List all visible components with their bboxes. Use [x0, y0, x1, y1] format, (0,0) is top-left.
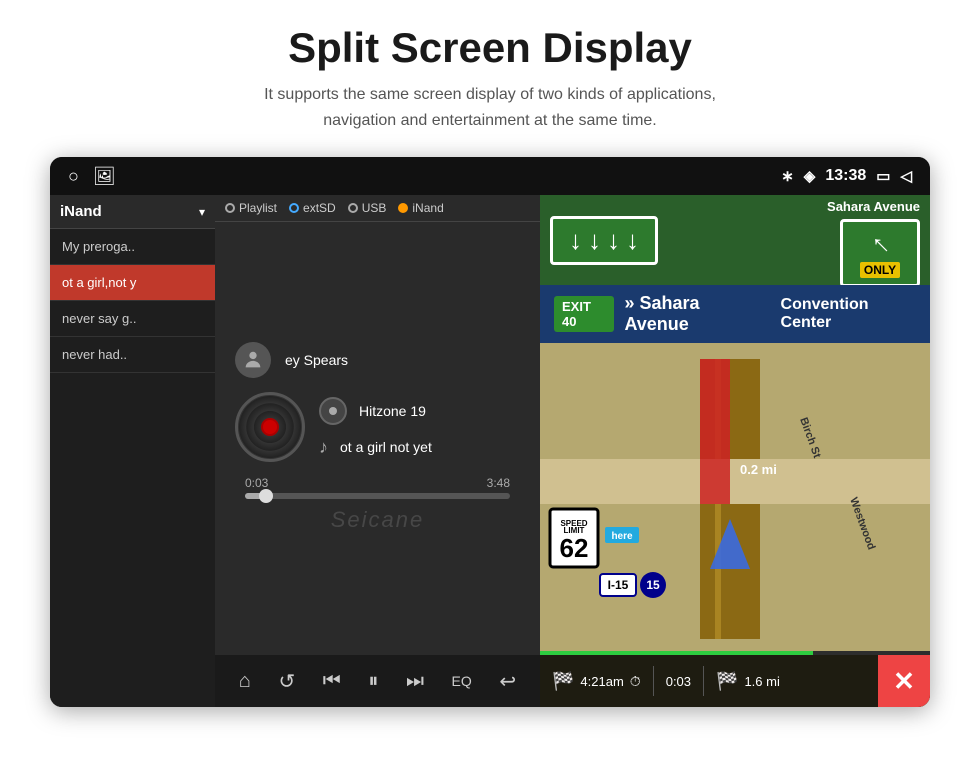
- radio-dot-usb: [348, 203, 358, 213]
- down-arrow-4: ↓: [626, 225, 639, 256]
- device-frame: ○ 🖼 ∗ ◈ 13:38 ▭ ◁ iNand ▾ My preroga.. o…: [50, 157, 930, 707]
- track-info: ey Spears: [235, 342, 520, 476]
- vinyl-center: [261, 418, 279, 436]
- playlist-item-3[interactable]: never had..: [50, 337, 215, 373]
- prev-button[interactable]: ⏮: [315, 666, 349, 697]
- down-arrow-1: ↓: [569, 225, 582, 256]
- now-playing: ey Spears: [215, 222, 540, 655]
- playlist-header[interactable]: iNand ▾: [50, 195, 215, 229]
- highway-sign-left: ↓ ↓ ↓ ↓: [550, 216, 658, 265]
- progress-area: 0:03 3:48: [235, 476, 520, 499]
- music-panel: iNand ▾ My preroga.. ot a girl,not y nev…: [50, 195, 540, 707]
- music-content: Playlist extSD USB iNand: [215, 195, 540, 707]
- back-icon: ◁: [900, 167, 912, 185]
- pause-button[interactable]: ⏸: [360, 666, 386, 697]
- sahara-top-label: Sahara Avenue: [827, 199, 920, 214]
- time-current: 0:03: [245, 476, 268, 490]
- image-icon: 🖼: [93, 166, 116, 187]
- page-subtitle: It supports the same screen display of t…: [264, 82, 716, 133]
- exit-sign-bar: EXIT 40 » Sahara Avenue Convention Cente…: [540, 285, 930, 343]
- remaining-section: 🏁 1.6 mi: [704, 671, 792, 692]
- vinyl-disc: [235, 392, 305, 462]
- source-tab-playlist[interactable]: Playlist: [225, 201, 277, 215]
- source-tab-playlist-label: Playlist: [239, 201, 277, 215]
- exit-street: » Sahara Avenue: [624, 293, 760, 335]
- highway-sign-area: ↓ ↓ ↓ ↓ Sahara Avenue ↑ ONLY: [540, 195, 930, 285]
- eta-time: 4:21am: [580, 674, 623, 689]
- status-bar: ○ 🖼 ∗ ◈ 13:38 ▭ ◁: [50, 157, 930, 195]
- source-tab-inand-label: iNand: [412, 201, 443, 215]
- dropdown-arrow-icon: ▾: [199, 205, 205, 219]
- music-note-icon: ♪: [319, 437, 328, 458]
- bluetooth-icon: ∗: [781, 167, 794, 185]
- only-label: ONLY: [860, 262, 900, 278]
- source-tabs: Playlist extSD USB iNand: [215, 195, 540, 222]
- next-button[interactable]: ⏭: [398, 666, 432, 697]
- source-tab-extsd-label: extSD: [303, 201, 336, 215]
- repeat-button[interactable]: ↺: [270, 665, 303, 698]
- source-tab-usb-label: USB: [362, 201, 387, 215]
- nav-close-button[interactable]: ✕: [878, 655, 930, 707]
- eq-button[interactable]: EQ: [444, 669, 480, 693]
- playlist-item-1[interactable]: ot a girl,not y: [50, 265, 215, 301]
- artist-icon: [235, 342, 271, 378]
- source-tab-extsd[interactable]: extSD: [289, 201, 336, 215]
- flag-end-icon: 🏁: [716, 671, 738, 692]
- seicane-watermark: Seicane: [331, 507, 425, 533]
- source-label: iNand: [60, 203, 199, 220]
- progress-times: 0:03 3:48: [245, 476, 510, 490]
- window-icon: ▭: [876, 167, 890, 185]
- clock-icon: ⏱: [630, 673, 641, 690]
- progress-bar[interactable]: [245, 493, 510, 499]
- svg-text:62: 62: [560, 533, 589, 563]
- album-row: Hitzone 19 ♪ ot a girl not yet: [235, 392, 520, 462]
- highway-only-sign: ↑ ONLY: [840, 219, 920, 287]
- radio-dot-inand: [398, 203, 408, 213]
- artist-row: ey Spears: [235, 342, 520, 378]
- location-icon: ◈: [804, 167, 816, 185]
- nav-info-flex: 🏁 4:21am ⏱ 0:03 🏁 1.6 mi: [540, 666, 878, 696]
- time-total: 3:48: [487, 476, 510, 490]
- page-title: Split Screen Display: [288, 24, 692, 72]
- remaining-dist: 1.6 mi: [744, 674, 779, 689]
- exit-badge: EXIT 40: [554, 296, 614, 332]
- map-road-area: Birch St Westwood SPEED LIMIT 62 here: [540, 343, 930, 655]
- svg-text:I-15: I-15: [608, 578, 629, 592]
- circle-icon: ○: [68, 166, 79, 187]
- progress-thumb[interactable]: [259, 489, 273, 503]
- source-tab-usb[interactable]: USB: [348, 201, 387, 215]
- back-button[interactable]: ↩: [491, 665, 524, 698]
- flag-start-icon: 🏁: [552, 671, 574, 692]
- svg-text:15: 15: [646, 578, 660, 592]
- playlist-item-0[interactable]: My preroga..: [50, 229, 215, 265]
- down-arrow-2: ↓: [588, 225, 601, 256]
- song-name: ot a girl not yet: [340, 439, 432, 455]
- artist-name: ey Spears: [285, 352, 348, 368]
- exit-place: Convention Center: [781, 296, 916, 332]
- svg-text:0.2 mi: 0.2 mi: [740, 462, 777, 477]
- main-area: iNand ▾ My preroga.. ot a girl,not y nev…: [50, 195, 930, 707]
- down-arrow-3: ↓: [607, 225, 620, 256]
- eta-section: 🏁 4:21am ⏱: [540, 671, 653, 692]
- radio-dot-playlist: [225, 203, 235, 213]
- svg-text:here: here: [611, 531, 633, 542]
- source-tab-inand[interactable]: iNand: [398, 201, 443, 215]
- elapsed-section: 0:03: [654, 674, 703, 689]
- nav-map: ↓ ↓ ↓ ↓ Sahara Avenue ↑ ONLY EXIT 40: [540, 195, 930, 707]
- playlist-sidebar: iNand ▾ My preroga.. ot a girl,not y nev…: [50, 195, 215, 707]
- status-time: 13:38: [825, 167, 866, 185]
- diagonal-arrow-icon: ↑: [864, 228, 897, 261]
- home-button[interactable]: ⌂: [231, 666, 259, 697]
- playlist-item-2[interactable]: never say g..: [50, 301, 215, 337]
- map-svg: Birch St Westwood SPEED LIMIT 62 here: [540, 343, 930, 655]
- control-bar: ⌂ ↺ ⏮ ⏸ ⏭ EQ ↩: [215, 655, 540, 707]
- nav-bottom-bar: 🏁 4:21am ⏱ 0:03 🏁 1.6 mi: [540, 655, 930, 707]
- nav-panel: ↓ ↓ ↓ ↓ Sahara Avenue ↑ ONLY EXIT 40: [540, 195, 930, 707]
- elapsed-time: 0:03: [666, 674, 691, 689]
- album-name: Hitzone 19: [359, 403, 426, 419]
- radio-dot-extsd: [289, 203, 299, 213]
